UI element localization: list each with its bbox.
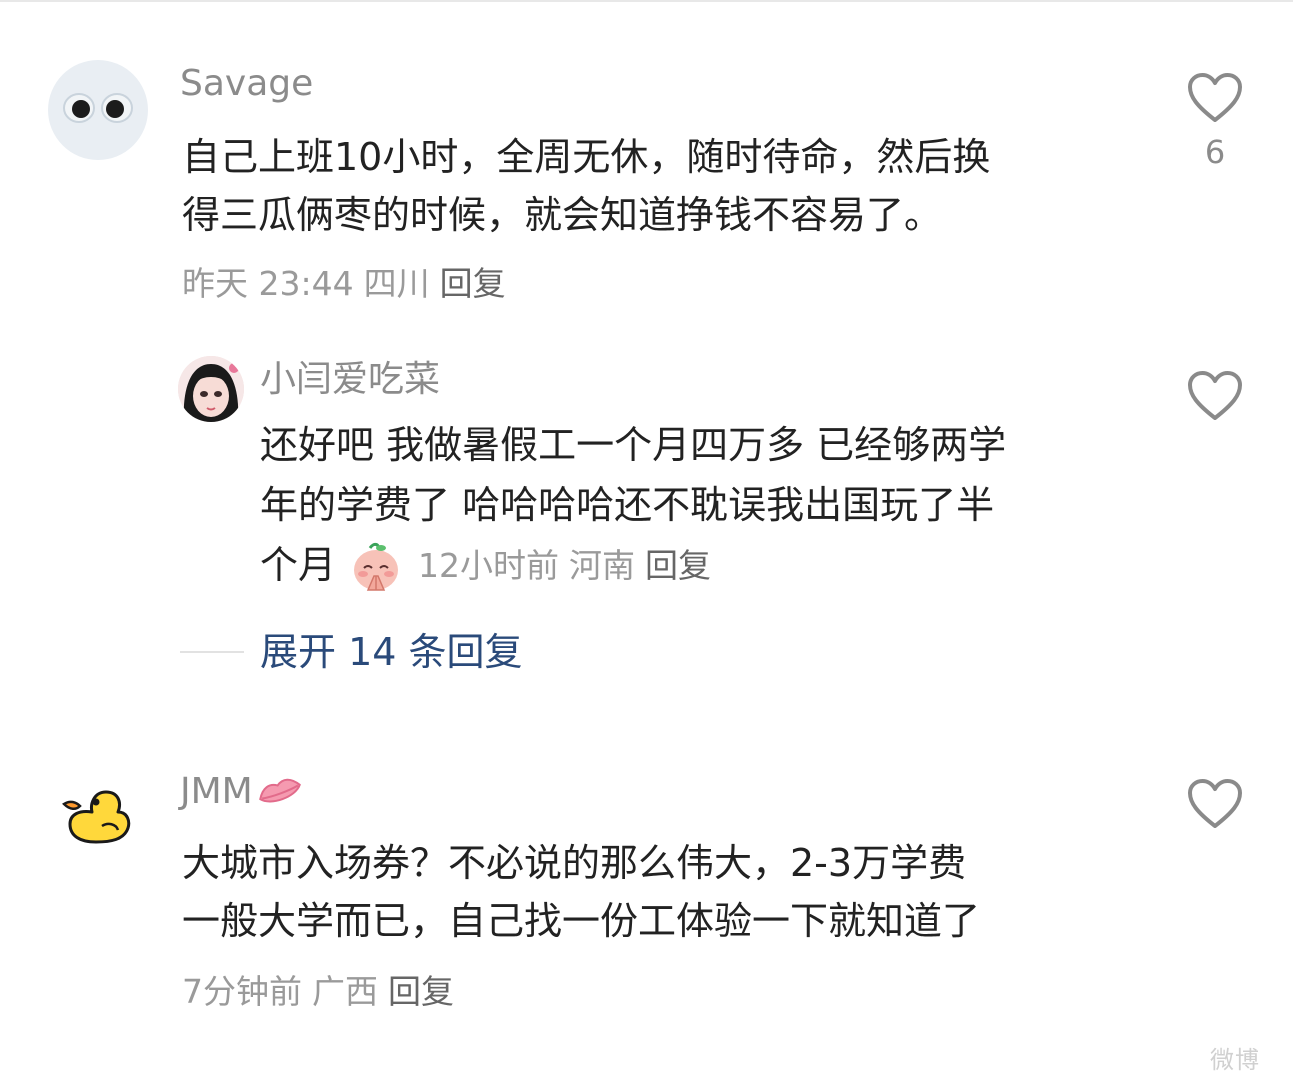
reply-button[interactable]: 回复 xyxy=(645,546,711,585)
like-button[interactable]: 6 xyxy=(1185,72,1245,172)
reply-button[interactable]: 回复 xyxy=(388,972,454,1011)
like-button[interactable] xyxy=(1185,778,1245,830)
avatar[interactable] xyxy=(178,356,244,422)
avatar[interactable] xyxy=(62,786,134,846)
comment-location: 广西 xyxy=(312,972,378,1011)
avatar[interactable] xyxy=(48,60,148,160)
comment-username-text: JMM xyxy=(180,771,253,812)
yellow-duck-avatar-icon xyxy=(62,790,131,844)
comment-username[interactable]: Savage xyxy=(180,62,313,106)
watermark-label: 微博 xyxy=(1210,1046,1260,1074)
heart-outline-icon xyxy=(1188,779,1242,828)
expand-replies-label[interactable]: 展开 14 条回复 xyxy=(260,628,523,676)
anime-girl-avatar-icon xyxy=(178,356,244,422)
comment-text-line: 一般大学而已，自己找一份工体验一下就知道了 xyxy=(182,899,981,943)
heart-outline-icon xyxy=(1188,73,1242,122)
like-button[interactable] xyxy=(1185,370,1245,422)
comment-text-line: 自己上班10小时，全周无休，随时待命，然后换 xyxy=(182,135,991,179)
expand-divider xyxy=(180,651,244,653)
reply-meta: 12小时前 河南 回复 xyxy=(418,546,711,586)
comment-meta: 昨天 23:44 四川 回复 xyxy=(182,264,506,304)
reply-button[interactable]: 回复 xyxy=(440,264,506,303)
watermark: 微博 xyxy=(1210,1040,1260,1075)
heart-outline-icon xyxy=(1188,371,1242,420)
reply-text-line: 还好吧 我做暑假工一个月四万多 已经够两学 xyxy=(260,423,1007,467)
comment-time: 7分钟前 xyxy=(182,972,302,1011)
comment-text-line: 得三瓜俩枣的时候，就会知道挣钱不容易了。 xyxy=(182,193,943,237)
comment-username[interactable]: JMM xyxy=(180,770,305,814)
eyes-avatar-icon xyxy=(63,93,133,123)
top-divider xyxy=(0,0,1293,2)
lips-emoji-icon xyxy=(255,772,305,812)
reply-username[interactable]: 小闫爱吃菜 xyxy=(260,358,440,402)
reply-time: 12小时前 xyxy=(418,546,559,585)
comment-time: 昨天 23:44 xyxy=(182,264,354,303)
reply-text-line: 个月 xyxy=(260,543,337,587)
expand-replies[interactable]: 展开 14 条回复 xyxy=(180,628,523,676)
praying-face-emoji-icon xyxy=(350,540,402,592)
like-count: 6 xyxy=(1204,133,1226,171)
reply-location: 河南 xyxy=(569,546,635,585)
comment-location: 四川 xyxy=(363,264,430,303)
reply-text-line: 年的学费了 哈哈哈哈还不耽误我出国玩了半 xyxy=(260,483,995,527)
comment-meta: 7分钟前 广西 回复 xyxy=(182,972,454,1012)
comment-thread: Savage 自己上班10小时，全周无休，随时待命，然后换 得三瓜俩枣的时候，就… xyxy=(0,0,1293,1080)
comment-text-line: 大城市入场券？不必说的那么伟大，2-3万学费 xyxy=(182,841,967,885)
